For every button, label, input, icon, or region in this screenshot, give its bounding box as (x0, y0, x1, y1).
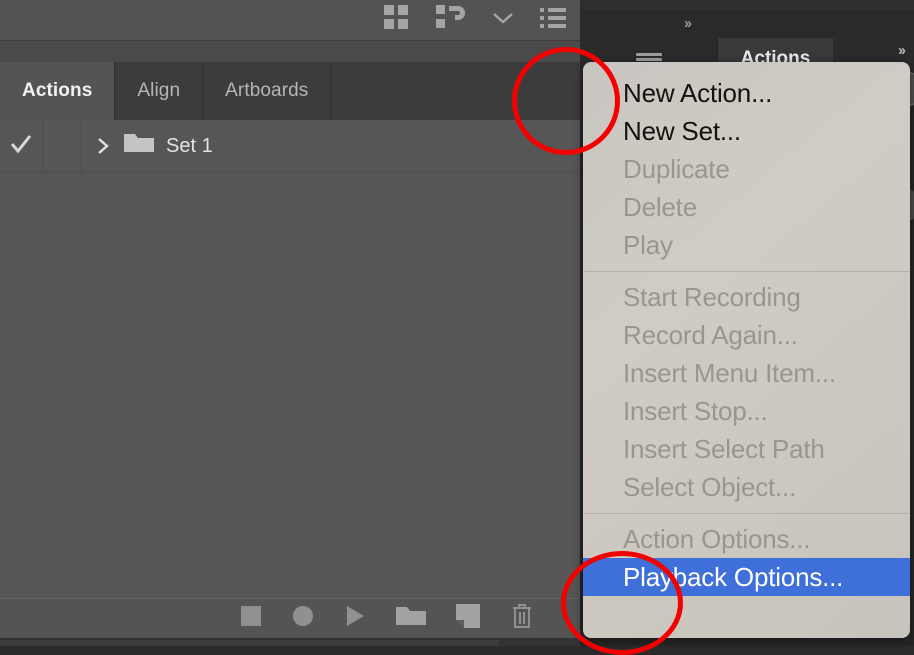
panel-tabbar: Actions Align Artboards (0, 62, 580, 120)
menu-item-start-recording: Start Recording (623, 281, 801, 312)
chevron-down-icon[interactable] (492, 11, 514, 30)
create-new-action-button[interactable] (456, 604, 480, 633)
menu-item-select-object: Select Object... (623, 471, 797, 502)
menu-item-insert-stop: Insert Stop... (623, 395, 768, 426)
background-panel-topstrip (580, 0, 914, 10)
row-toggle-checkbox[interactable] (0, 120, 43, 172)
menu-separator (583, 513, 910, 514)
collapse-arrows-icon[interactable]: ›› (898, 40, 906, 62)
menu-top-padding (583, 62, 910, 74)
tab-artboards[interactable]: Artboards (203, 62, 332, 120)
panel-icon-row (380, 0, 580, 40)
menu-item-delete: Delete (623, 191, 697, 222)
menu-item-play: Play (623, 229, 673, 260)
pathfinder-icon[interactable] (436, 4, 466, 36)
background-panel-collapse-strip[interactable] (580, 10, 914, 39)
row-content: Set 1 (124, 132, 213, 160)
table-row[interactable]: Set 1 (0, 120, 580, 173)
highlight-panel-menu-button (512, 47, 620, 155)
illustrator-window: ›› Actions ›› Actions Align Artboards Se… (0, 0, 914, 655)
menu-item-duplicate: Duplicate (623, 153, 730, 184)
play-current-selection-button[interactable] (344, 605, 366, 632)
delete-selection-button[interactable] (510, 603, 534, 634)
begin-recording-button[interactable] (292, 605, 314, 632)
row-expand-arrow[interactable] (82, 120, 124, 172)
menu-separator (583, 271, 910, 272)
panel-collapse-strip[interactable] (0, 40, 580, 63)
menu-item-record-again: Record Again... (623, 319, 798, 350)
row-label-text: Set 1 (166, 134, 213, 157)
actions-bottom-toolbar (0, 598, 580, 638)
menu-item-new-action[interactable]: New Action... (583, 74, 910, 112)
actions-list: Set 1 (0, 120, 580, 598)
check-icon (9, 132, 33, 161)
row-dialog-toggle[interactable] (43, 120, 82, 172)
folder-icon (124, 132, 154, 160)
tab-align[interactable]: Align (115, 62, 204, 120)
highlight-playback-options-item (561, 551, 683, 655)
create-new-set-button[interactable] (396, 605, 426, 632)
menu-item-insert-select-path: Insert Select Path (623, 433, 825, 464)
background-collapse-arrows-icon[interactable]: ›› (684, 10, 692, 38)
tab-actions[interactable]: Actions (0, 62, 116, 120)
stop-playing-button[interactable] (240, 605, 262, 632)
list-icon[interactable] (540, 7, 566, 34)
menu-item-insert-menu-item: Insert Menu Item... (623, 357, 836, 388)
align-grid-icon[interactable] (382, 2, 410, 36)
actions-list-body[interactable] (0, 173, 580, 598)
menu-item-new-set[interactable]: New Set... (583, 112, 910, 150)
window-bottom-edge-inner (0, 640, 498, 646)
